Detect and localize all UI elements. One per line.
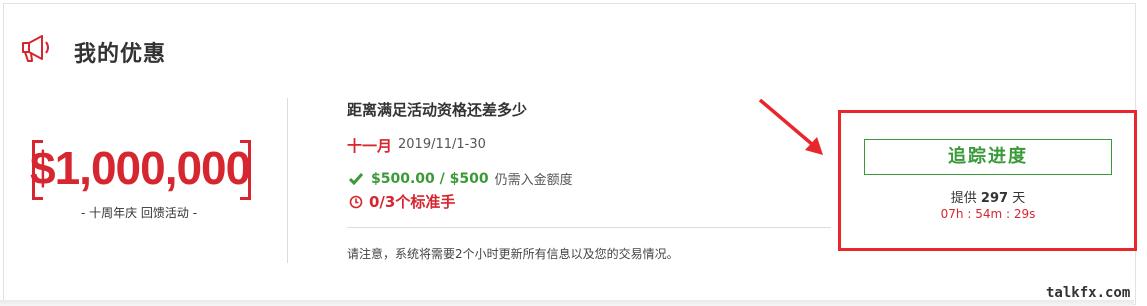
annotation-arrow-icon <box>758 98 823 155</box>
page-title: 我的优惠 <box>74 42 167 67</box>
eligibility-title: 距离满足活动资格还差多少 <box>347 101 528 119</box>
promo-subtitle: - 十周年庆 回馈活动 - <box>80 206 198 220</box>
countdown-timer: 07h : 54m : 29s <box>940 207 1036 221</box>
vertical-divider <box>287 98 288 263</box>
deposit-progress: $500.00 / $500 仍需入金额度 <box>349 169 573 188</box>
trade-progress: 0/3个标准手 <box>349 191 455 212</box>
clock-icon <box>349 195 363 208</box>
highlight-box <box>838 110 1137 251</box>
card-bottom-edge <box>0 300 1134 306</box>
offer-days: 提供 297 天 <box>864 187 1112 206</box>
promo-banner: $1,000,000 - 十周年庆 回馈活动 - <box>30 138 255 228</box>
deposit-label: 仍需入金额度 <box>494 173 573 188</box>
month-label: 十一月 <box>347 137 393 155</box>
promo-amount: $1,000,000 <box>30 142 251 194</box>
trade-lots: 0/3个标准手 <box>369 193 456 211</box>
deposit-amount: $500.00 / $500 <box>371 170 489 187</box>
date-range: 2019/11/1-30 <box>398 137 486 152</box>
offer-prefix: 提供 <box>950 191 977 206</box>
megaphone-icon <box>22 35 49 62</box>
track-progress-button[interactable]: 追踪进度 <box>864 139 1112 175</box>
check-icon <box>349 172 363 185</box>
horizontal-divider <box>347 227 831 228</box>
watermark: talkfx.com <box>1046 285 1131 301</box>
offer-days-count: 297 <box>980 191 1009 206</box>
update-notice: 请注意，系统将需要2个小时更新所有信息以及您的交易情况。 <box>347 247 679 261</box>
offer-suffix: 天 <box>1012 191 1026 206</box>
bracket-right <box>240 140 251 200</box>
